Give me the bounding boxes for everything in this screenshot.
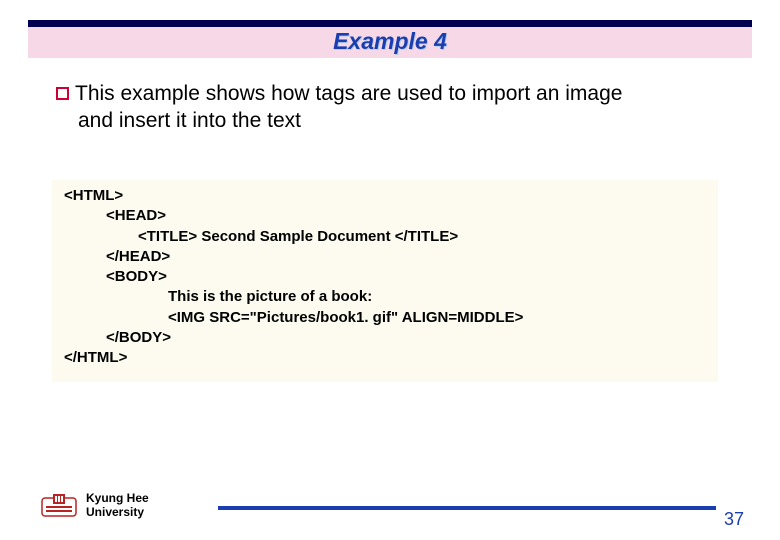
square-bullet-icon [56,87,69,100]
slide-title: Example 4 [333,28,447,55]
code-block: <HTML> <HEAD> <TITLE> Second Sample Docu… [52,180,718,382]
code-line: </HTML> [64,348,706,368]
code-line: <HTML> [64,186,706,206]
footer: Kyung Hee University [40,492,149,520]
title-band: Example 4 [28,20,752,58]
bullet-item: This example shows how tags are used to … [56,80,740,135]
university-name-line1: Kyung Hee [86,492,149,506]
slide: Example 4 This example shows how tags ar… [0,0,780,540]
university-name-line2: University [86,506,149,520]
university-logo-icon [40,492,78,520]
bullet-text-line1: This example shows how tags are used to … [75,82,622,105]
footer-rule [218,506,716,510]
code-tag: <TITLE> [138,228,197,245]
page-number: 37 [724,509,744,530]
code-line: <HEAD> [106,206,706,226]
code-line: <BODY> [106,267,706,287]
code-line: <TITLE> Second Sample Document </TITLE> [138,227,706,247]
university-name: Kyung Hee University [86,492,149,520]
bullet-text-line2: and insert it into the text [78,107,740,134]
code-line: </BODY> [106,328,706,348]
code-tag: </TITLE> [395,228,458,245]
code-line: </HEAD> [106,247,706,267]
code-line: <IMG SRC="Pictures/book1. gif" ALIGN=MID… [168,308,706,328]
code-text: Second Sample Document [197,228,395,245]
code-line: This is the picture of a book: [168,287,706,307]
